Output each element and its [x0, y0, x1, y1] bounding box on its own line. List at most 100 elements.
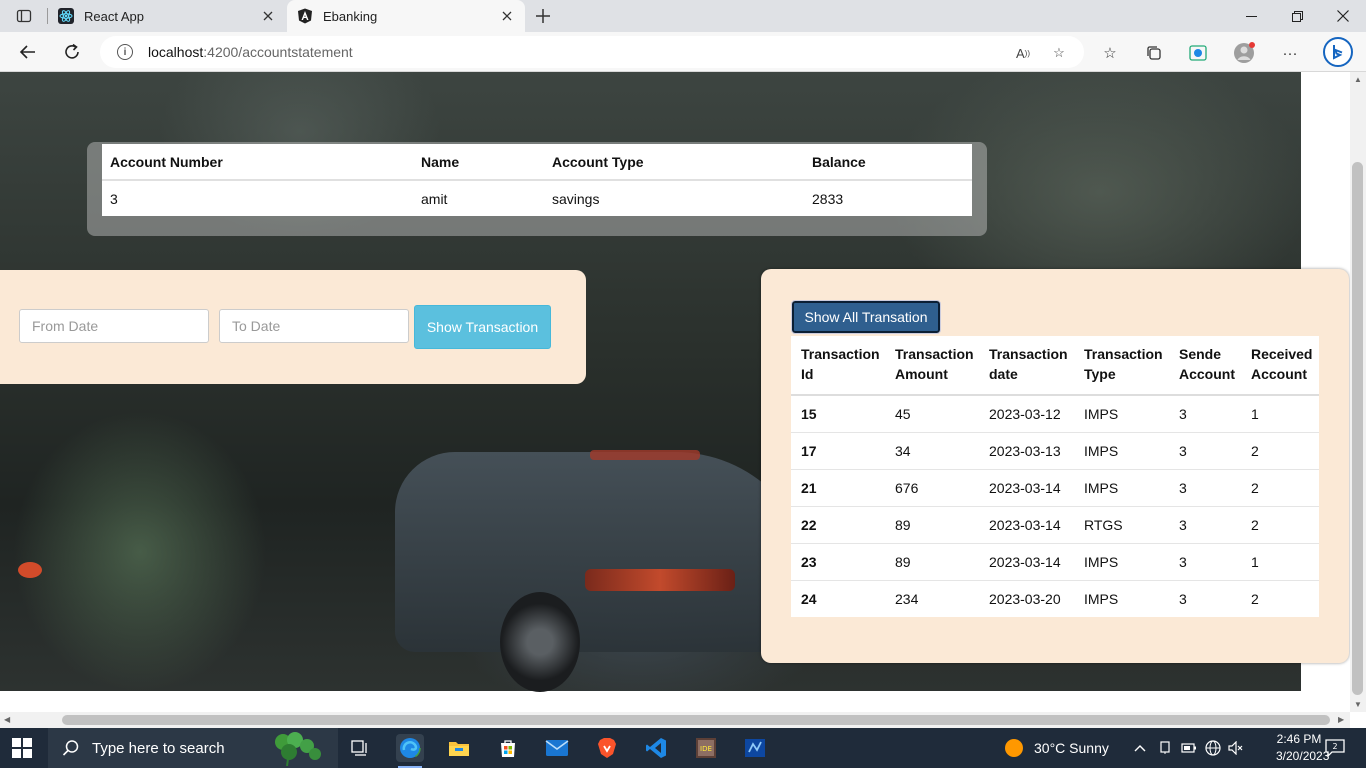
- svg-text:IDE: IDE: [700, 745, 712, 753]
- scroll-up-icon[interactable]: ▲: [1354, 75, 1362, 84]
- windows-taskbar: Type here to search IDE 30°C Sunny 2:46 …: [0, 728, 1366, 768]
- to-date-input[interactable]: [219, 309, 409, 343]
- clover-icon: [275, 732, 321, 766]
- profile-avatar[interactable]: [1233, 42, 1255, 64]
- refresh-icon[interactable]: [58, 38, 86, 66]
- account-type-header: Account Type: [544, 144, 804, 181]
- transaction-type: IMPS: [1074, 542, 1169, 580]
- close-tab-icon[interactable]: [499, 8, 515, 24]
- horizontal-scrollbar[interactable]: ◀ ▶: [0, 712, 1350, 728]
- url-field[interactable]: i localhost:4200/accountstatement A)) ☆: [100, 36, 1084, 68]
- header-line: date: [989, 366, 1018, 382]
- network-device-icon[interactable]: [1158, 728, 1172, 768]
- transaction-type: RTGS: [1074, 505, 1169, 543]
- transactions-card: Show All Transation Transaction Id Transa…: [761, 269, 1349, 663]
- favorites-icon[interactable]: ☆: [1099, 42, 1121, 64]
- account-header-row: Account Number Name Account Type Balance: [102, 144, 972, 181]
- restore-icon[interactable]: [1274, 0, 1320, 32]
- scroll-right-icon[interactable]: ▶: [1338, 715, 1344, 724]
- site-info-icon[interactable]: i: [117, 44, 133, 60]
- tab-ebanking[interactable]: Ebanking: [287, 0, 525, 32]
- transaction-date: 2023-03-14: [979, 542, 1074, 580]
- bing-chat-icon[interactable]: [1323, 37, 1353, 67]
- collections-icon[interactable]: [1143, 42, 1165, 64]
- table-row: 21 676 2023-03-14 IMPS 3 2: [791, 468, 1319, 506]
- sender-account: 3: [1169, 468, 1241, 506]
- file-explorer-icon[interactable]: [445, 734, 473, 762]
- header-line: Transaction: [895, 346, 974, 362]
- transaction-id: 24: [791, 579, 885, 617]
- close-tab-icon[interactable]: [260, 8, 276, 24]
- header-line: Transaction: [801, 346, 880, 362]
- transaction-amount: 676: [885, 468, 979, 506]
- transaction-amount: 234: [885, 579, 979, 617]
- address-toolbar: i localhost:4200/accountstatement A)) ☆ …: [0, 32, 1366, 72]
- account-row: 3 amit savings 2833: [102, 180, 972, 216]
- more-options-icon[interactable]: ···: [1279, 42, 1301, 64]
- windows-start-icon[interactable]: [12, 738, 32, 758]
- page-viewport: Account Number Name Account Type Balance…: [0, 72, 1350, 712]
- sender-account: 3: [1169, 579, 1241, 617]
- account-summary-card: Account Number Name Account Type Balance…: [87, 142, 987, 236]
- transaction-date: 2023-03-14: [979, 468, 1074, 506]
- account-type-value: savings: [552, 190, 600, 207]
- edge-bar-icon[interactable]: [1187, 42, 1209, 64]
- car-taillight: [585, 569, 735, 591]
- sender-account: 3: [1169, 431, 1241, 469]
- vertical-scrollbar[interactable]: ▲ ▼: [1350, 72, 1366, 712]
- header-line: Transaction: [989, 346, 1068, 362]
- sun-icon: [1005, 739, 1023, 757]
- angular-icon: [297, 8, 313, 24]
- transaction-amount: 89: [885, 542, 979, 580]
- sql-developer-icon[interactable]: [741, 734, 769, 762]
- taskbar-search[interactable]: Type here to search: [48, 728, 338, 768]
- globe-network-icon[interactable]: [1205, 728, 1221, 768]
- brave-browser-icon[interactable]: [593, 734, 621, 762]
- transaction-id: 23: [791, 542, 885, 580]
- received-account-header: Received Account: [1241, 336, 1319, 396]
- car-brake-light: [590, 450, 700, 460]
- header-line: Sende: [1179, 346, 1222, 362]
- transaction-type: IMPS: [1074, 431, 1169, 469]
- transaction-amount: 45: [885, 394, 979, 432]
- transaction-date: 2023-03-20: [979, 579, 1074, 617]
- microsoft-store-icon[interactable]: [494, 734, 522, 762]
- vertical-scroll-thumb[interactable]: [1352, 162, 1363, 695]
- task-view-icon[interactable]: [346, 734, 374, 762]
- add-favorite-icon[interactable]: ☆: [1050, 44, 1068, 62]
- from-date-input[interactable]: [19, 309, 209, 343]
- table-row: 24 234 2023-03-20 IMPS 3 2: [791, 579, 1319, 617]
- transaction-type: IMPS: [1074, 394, 1169, 432]
- horizontal-scroll-thumb[interactable]: [62, 715, 1330, 725]
- new-tab-icon[interactable]: [530, 4, 556, 28]
- show-all-transaction-button[interactable]: Show All Transation: [791, 300, 941, 334]
- battery-icon[interactable]: [1181, 728, 1197, 768]
- show-hidden-icons[interactable]: [1134, 728, 1146, 768]
- notifications-icon[interactable]: 2: [1325, 728, 1345, 768]
- edge-taskbar-icon[interactable]: [396, 734, 424, 762]
- car-wheel: [500, 592, 580, 692]
- mail-icon[interactable]: [543, 734, 571, 762]
- scroll-left-icon[interactable]: ◀: [4, 715, 10, 724]
- name-value: amit: [421, 190, 448, 207]
- transaction-id: 17: [791, 431, 885, 469]
- header-line: Transaction: [1084, 346, 1163, 362]
- received-account: 2: [1241, 579, 1319, 617]
- tab-react-app[interactable]: React App: [48, 0, 286, 32]
- svg-text:2: 2: [1332, 742, 1337, 751]
- header-line: Account: [1179, 366, 1235, 382]
- tab-actions-icon[interactable]: [8, 0, 40, 32]
- scroll-down-icon[interactable]: ▼: [1354, 700, 1362, 709]
- volume-muted-icon[interactable]: [1228, 728, 1244, 768]
- minimize-icon[interactable]: [1228, 0, 1274, 32]
- ide-app-icon[interactable]: IDE: [692, 734, 720, 762]
- weather-widget[interactable]: 30°C Sunny: [1004, 728, 1109, 768]
- read-aloud-icon[interactable]: A)): [1014, 44, 1032, 62]
- url-host: localhost: [148, 44, 204, 60]
- clock[interactable]: 2:46 PM 3/20/2023: [1276, 731, 1329, 765]
- vscode-icon[interactable]: [642, 734, 670, 762]
- back-icon[interactable]: [14, 38, 42, 66]
- close-window-icon[interactable]: [1320, 0, 1366, 32]
- show-transaction-button[interactable]: Show Transaction: [414, 305, 551, 349]
- search-placeholder: Type here to search: [92, 739, 225, 757]
